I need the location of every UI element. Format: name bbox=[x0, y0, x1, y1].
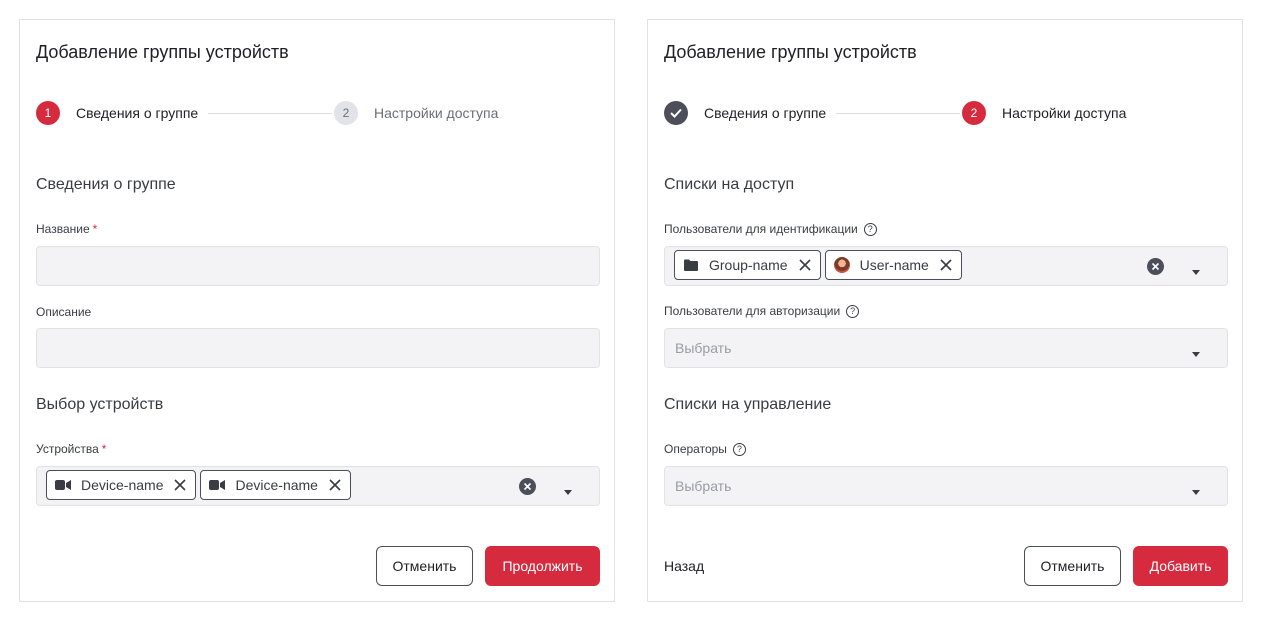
device-chips: Device-name Device-name bbox=[46, 470, 351, 500]
video-camera-icon bbox=[55, 477, 71, 493]
step-1-number: 1 bbox=[36, 101, 60, 125]
operators-label-text: Операторы bbox=[664, 442, 727, 456]
operators-select[interactable]: Выбрать bbox=[664, 466, 1228, 506]
cancel-button[interactable]: Отменить bbox=[1024, 546, 1121, 586]
chevron-down-icon[interactable] bbox=[1191, 345, 1201, 357]
device-chip: Device-name bbox=[46, 470, 197, 500]
step-1-label: Сведения о группе bbox=[76, 105, 199, 121]
close-icon[interactable] bbox=[173, 478, 187, 492]
section-devices-heading: Выбор устройств bbox=[36, 396, 164, 413]
ident-users-label-text: Пользователи для идентификации bbox=[664, 222, 858, 236]
panel-title: Добавление группы устройств bbox=[36, 42, 289, 62]
stepper: 1 Сведения о группе 2 Настройки доступа bbox=[36, 101, 600, 125]
auth-users-placeholder: Выбрать bbox=[675, 340, 732, 356]
close-icon[interactable] bbox=[798, 258, 812, 272]
group-chip-label: Group-name bbox=[709, 257, 788, 273]
step-2-label: Настройки доступа bbox=[1002, 105, 1127, 121]
chevron-down-icon[interactable] bbox=[563, 483, 573, 495]
section-manage-heading: Списки на управление bbox=[664, 396, 832, 413]
step-connector bbox=[208, 113, 332, 114]
checkmark-icon bbox=[664, 101, 688, 125]
chevron-down-icon[interactable] bbox=[1191, 483, 1201, 495]
auth-users-label: Пользователи для авторизации ? bbox=[664, 304, 860, 318]
description-label: Описание bbox=[36, 305, 92, 319]
name-label: Название * bbox=[36, 222, 97, 236]
add-button[interactable]: Добавить bbox=[1133, 546, 1228, 586]
device-chip-label: Device-name bbox=[81, 477, 164, 493]
close-icon[interactable] bbox=[939, 258, 953, 272]
step-2-number: 2 bbox=[962, 101, 986, 125]
panel-title: Добавление группы устройств bbox=[664, 42, 917, 62]
step-2-number: 2 bbox=[334, 101, 358, 125]
chevron-down-icon[interactable] bbox=[1191, 263, 1201, 275]
required-mark: * bbox=[101, 442, 107, 456]
video-camera-icon bbox=[209, 477, 226, 493]
devices-select[interactable]: Device-name Device-name bbox=[36, 466, 600, 506]
step-2[interactable]: 2 Настройки доступа bbox=[334, 101, 498, 125]
close-icon[interactable] bbox=[328, 478, 342, 492]
step-2[interactable]: 2 Настройки доступа bbox=[962, 101, 1126, 125]
user-chip-label: User-name bbox=[859, 257, 929, 273]
step-1[interactable]: 1 Сведения о группе bbox=[36, 101, 198, 125]
stepper: Сведения о группе 2 Настройки доступа bbox=[664, 101, 1228, 125]
step-1[interactable]: Сведения о группе bbox=[664, 101, 826, 125]
user-avatar-icon bbox=[833, 257, 850, 273]
avatar bbox=[833, 257, 850, 273]
folder-icon bbox=[683, 257, 699, 273]
add-device-group-step1-panel: Добавление группы устройств 1 Сведения о… bbox=[19, 19, 615, 602]
step-1-label: Сведения о группе bbox=[704, 105, 827, 121]
devices-label: Устройства * bbox=[36, 442, 106, 456]
auth-users-select[interactable]: Выбрать bbox=[664, 328, 1228, 368]
device-chip-label: Device-name bbox=[235, 477, 318, 493]
ident-users-select[interactable]: Group-name User-name bbox=[664, 246, 1228, 286]
clear-icon[interactable] bbox=[519, 478, 536, 495]
step-2-label: Настройки доступа bbox=[374, 105, 499, 121]
group-chip: Group-name bbox=[674, 250, 821, 280]
help-icon[interactable]: ? bbox=[846, 304, 860, 318]
help-icon[interactable]: ? bbox=[863, 222, 877, 236]
device-chip: Device-name bbox=[200, 470, 351, 500]
step-connector bbox=[836, 113, 960, 114]
ident-users-label: Пользователи для идентификации ? bbox=[664, 222, 877, 236]
required-mark: * bbox=[92, 222, 98, 236]
section-access-heading: Списки на доступ bbox=[664, 176, 795, 193]
operators-placeholder: Выбрать bbox=[675, 478, 732, 494]
auth-users-label-text: Пользователи для авторизации bbox=[664, 304, 841, 318]
user-chip: User-name bbox=[824, 250, 962, 280]
name-input[interactable] bbox=[36, 246, 600, 286]
clear-icon[interactable] bbox=[1147, 258, 1164, 275]
cancel-button[interactable]: Отменить bbox=[376, 546, 473, 586]
name-label-text: Название bbox=[36, 222, 90, 236]
continue-button[interactable]: Продолжить bbox=[485, 546, 600, 586]
description-input[interactable] bbox=[36, 328, 600, 368]
back-button[interactable]: Назад bbox=[664, 558, 704, 574]
section-group-info-heading: Сведения о группе bbox=[36, 176, 176, 193]
devices-label-text: Устройства bbox=[36, 442, 99, 456]
add-device-group-step2-panel: Добавление группы устройств Сведения о г… bbox=[647, 19, 1243, 602]
ident-chips: Group-name User-name bbox=[674, 250, 962, 280]
help-icon[interactable]: ? bbox=[732, 442, 746, 456]
operators-label: Операторы ? bbox=[664, 442, 746, 456]
